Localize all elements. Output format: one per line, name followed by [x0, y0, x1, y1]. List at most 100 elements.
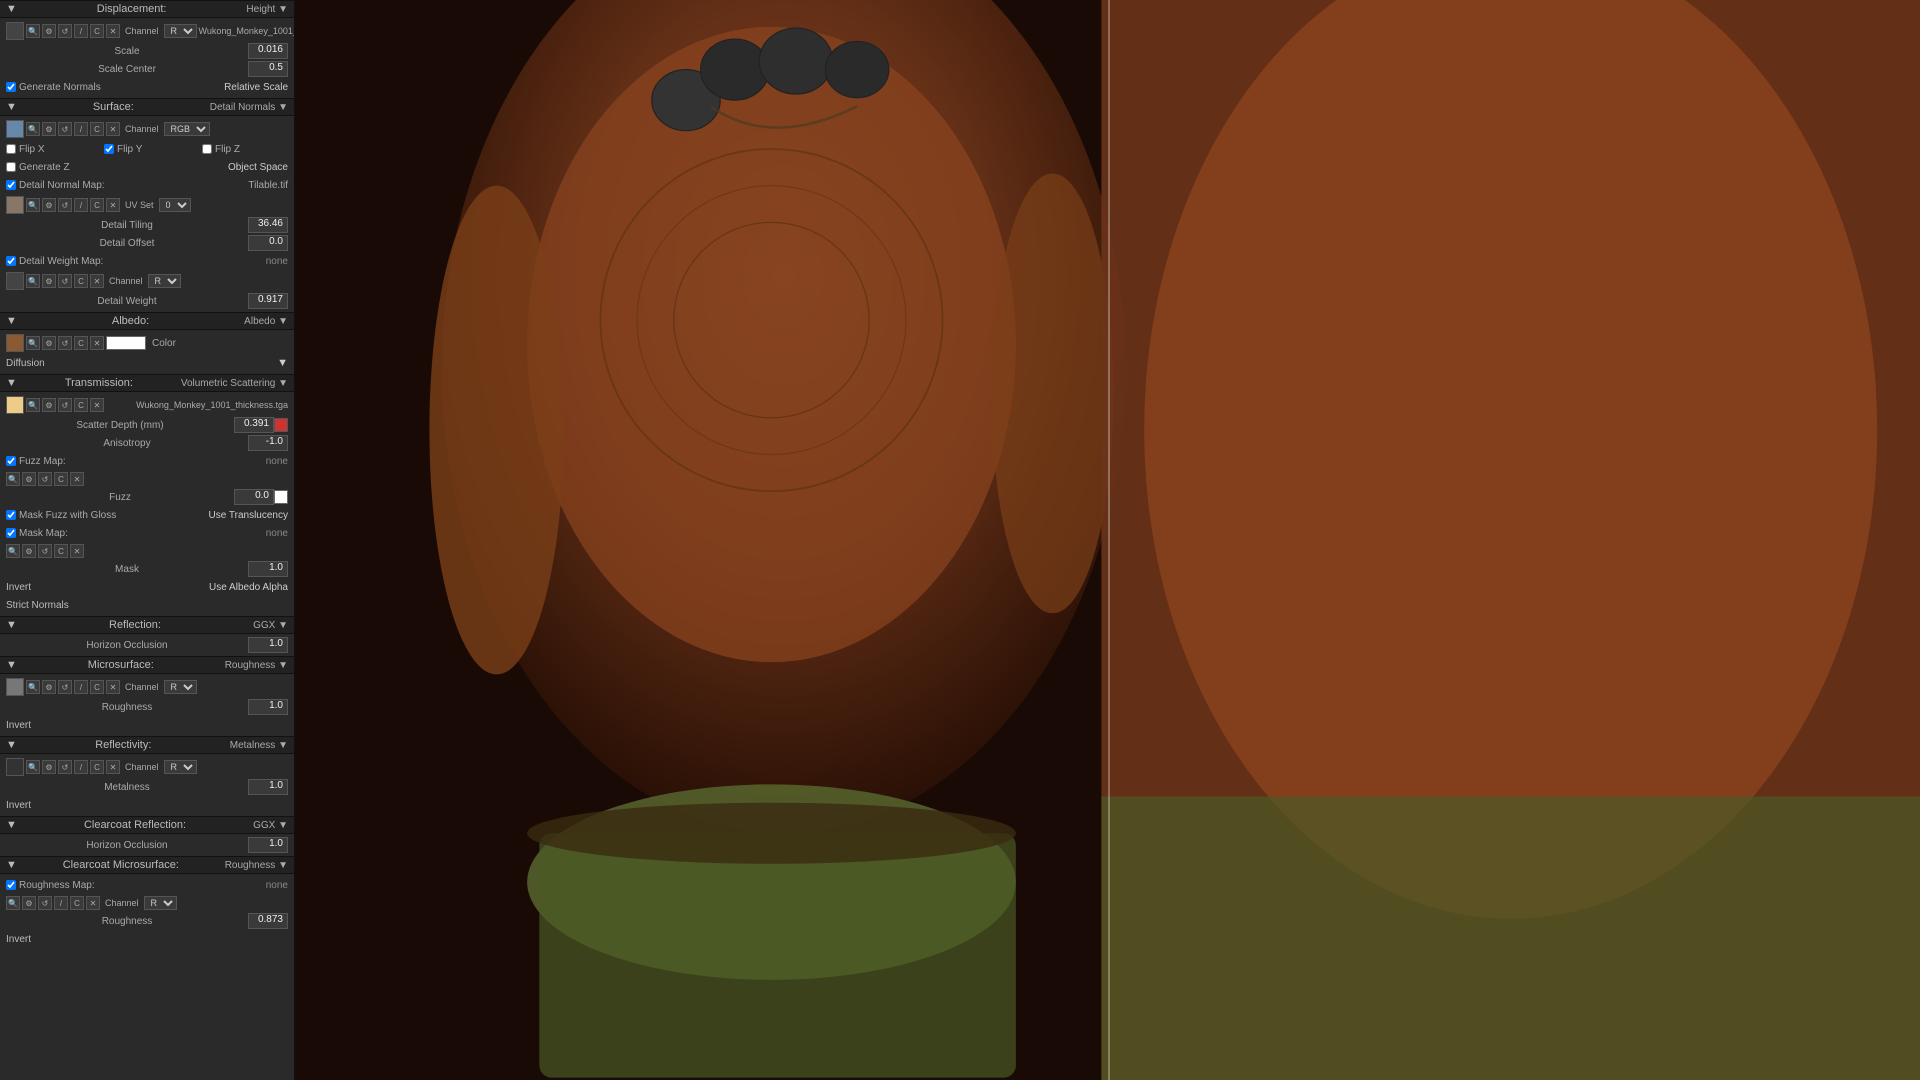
- clearcoat-roughness-map-checkbox[interactable]: [6, 880, 16, 890]
- roughness-value[interactable]: 1.0: [248, 699, 288, 715]
- disp-eye-icon[interactable]: ↺: [58, 24, 72, 38]
- alb-x-icon[interactable]: ✕: [90, 336, 104, 350]
- scat-search-icon[interactable]: 🔍: [26, 398, 40, 412]
- transmission-section-header[interactable]: ▼ Transmission: Volumetric Scattering ▼: [0, 374, 294, 392]
- norm-chain-icon[interactable]: C: [90, 122, 104, 136]
- detnorm-x-icon[interactable]: ✕: [106, 198, 120, 212]
- rough-edit-icon[interactable]: /: [74, 680, 88, 694]
- mask-slider[interactable]: Mask: [6, 561, 248, 577]
- metal-search-icon[interactable]: 🔍: [26, 760, 40, 774]
- detnorm-search-icon[interactable]: 🔍: [26, 198, 40, 212]
- clearcoat-reflection-section-header[interactable]: ▼ Clearcoat Reflection: GGX ▼: [0, 816, 294, 834]
- mask-value[interactable]: 1.0: [248, 561, 288, 577]
- disp-search-icon[interactable]: 🔍: [26, 24, 40, 38]
- detnorm-edit-icon[interactable]: /: [74, 198, 88, 212]
- diffusion-dropdown[interactable]: ▼: [277, 357, 288, 369]
- metal-gear-icon[interactable]: ⚙: [42, 760, 56, 774]
- scale-value[interactable]: 0.016: [248, 43, 288, 59]
- ccrough-gear-icon[interactable]: ⚙: [22, 896, 36, 910]
- detail-weight-map-checkbox[interactable]: [6, 256, 16, 266]
- scale-center-slider[interactable]: Scale Center: [6, 61, 248, 77]
- detnorm-chain-icon[interactable]: C: [90, 198, 104, 212]
- alb-search-icon[interactable]: 🔍: [26, 336, 40, 350]
- horizon-occ-slider[interactable]: Horizon Occlusion: [6, 637, 248, 653]
- detail-normal-checkbox[interactable]: [6, 180, 16, 190]
- gen-z-checkbox[interactable]: [6, 162, 16, 172]
- generate-normals-checkbox[interactable]: [6, 82, 16, 92]
- mask-chain-icon[interactable]: C: [54, 544, 68, 558]
- mask-fuzz-checkbox[interactable]: [6, 510, 16, 520]
- scatter-color-red[interactable]: [274, 418, 288, 432]
- mask-gear-icon[interactable]: ⚙: [22, 544, 36, 558]
- flip-y-checkbox[interactable]: [104, 144, 114, 154]
- reflectivity-section-header[interactable]: ▼ Reflectivity: Metalness ▼: [0, 736, 294, 754]
- fuzz-search-icon[interactable]: 🔍: [6, 472, 20, 486]
- rough-eye-icon[interactable]: ↺: [58, 680, 72, 694]
- scatter-depth-value[interactable]: 0.391: [234, 417, 274, 433]
- anisotropy-slider[interactable]: Anisotropy: [6, 435, 248, 451]
- fuzz-eye-icon[interactable]: ↺: [38, 472, 52, 486]
- scale-slider[interactable]: Scale: [6, 43, 248, 59]
- detail-weight-slider[interactable]: Detail Weight: [6, 293, 248, 309]
- metalness-value[interactable]: 1.0: [248, 779, 288, 795]
- albedo-color-swatch[interactable]: [106, 336, 146, 350]
- rough-chain-icon[interactable]: C: [90, 680, 104, 694]
- ccrough-eye-icon[interactable]: ↺: [38, 896, 52, 910]
- mask-search-icon[interactable]: 🔍: [6, 544, 20, 558]
- disp-chain-icon[interactable]: C: [90, 24, 104, 38]
- rough-gear-icon[interactable]: ⚙: [42, 680, 56, 694]
- detail-tiling-value[interactable]: 36.46: [248, 217, 288, 233]
- panel-scroll[interactable]: ▼ Displacement: Height ▼ 🔍 ⚙ ↺ / C ✕ Cha…: [0, 0, 294, 1080]
- surface-section-header[interactable]: ▼ Surface: Detail Normals ▼: [0, 98, 294, 116]
- microsurface-section-header[interactable]: ▼ Microsurface: Roughness ▼: [0, 656, 294, 674]
- clearcoat-horizon-value[interactable]: 1.0: [248, 837, 288, 853]
- rough-channel-select[interactable]: R: [164, 680, 197, 694]
- norm-x-icon[interactable]: ✕: [106, 122, 120, 136]
- disp-edit-icon[interactable]: /: [74, 24, 88, 38]
- alb-gear-icon[interactable]: ⚙: [42, 336, 56, 350]
- norm-edit-icon[interactable]: /: [74, 122, 88, 136]
- fuzz-map-checkbox[interactable]: [6, 456, 16, 466]
- fuzz-gear-icon[interactable]: ⚙: [22, 472, 36, 486]
- rough-x-icon[interactable]: ✕: [106, 680, 120, 694]
- scat-gear-icon[interactable]: ⚙: [42, 398, 56, 412]
- ccrough-x-icon[interactable]: ✕: [86, 896, 100, 910]
- ccrough-channel-select[interactable]: R: [144, 896, 177, 910]
- clearcoat-microsurface-section-header[interactable]: ▼ Clearcoat Microsurface: Roughness ▼: [0, 856, 294, 874]
- roughness-slider[interactable]: Roughness: [6, 699, 248, 715]
- detw-gear-icon[interactable]: ⚙: [42, 274, 56, 288]
- fuzz-chain-icon[interactable]: C: [54, 472, 68, 486]
- scatter-depth-slider[interactable]: Scatter Depth (mm): [6, 417, 234, 433]
- ccrough-edit-icon[interactable]: /: [54, 896, 68, 910]
- disp-channel-select[interactable]: R: [164, 24, 197, 38]
- detw-channel-select[interactable]: R: [148, 274, 181, 288]
- flip-z-checkbox[interactable]: [202, 144, 212, 154]
- metal-chain-icon[interactable]: C: [90, 760, 104, 774]
- detnorm-uvset-select[interactable]: 0: [159, 198, 191, 212]
- fuzz-value[interactable]: 0.0: [234, 489, 274, 505]
- disp-x-icon[interactable]: ✕: [106, 24, 120, 38]
- detw-eye-icon[interactable]: ↺: [58, 274, 72, 288]
- norm-eye-icon[interactable]: ↺: [58, 122, 72, 136]
- horizon-occ-value[interactable]: 1.0: [248, 637, 288, 653]
- clearcoat-roughness-slider[interactable]: Roughness: [6, 913, 248, 929]
- detnorm-gear-icon[interactable]: ⚙: [42, 198, 56, 212]
- mask-x-icon[interactable]: ✕: [70, 544, 84, 558]
- detail-tiling-slider[interactable]: Detail Tiling: [6, 217, 248, 233]
- detail-offset-slider[interactable]: Detail Offset: [6, 235, 248, 251]
- metal-channel-select[interactable]: R: [164, 760, 197, 774]
- scat-eye-icon[interactable]: ↺: [58, 398, 72, 412]
- norm-channel-select[interactable]: RGB: [164, 122, 210, 136]
- reflection-section-header[interactable]: ▼ Reflection: GGX ▼: [0, 616, 294, 634]
- albedo-section-header[interactable]: ▼ Albedo: Albedo ▼: [0, 312, 294, 330]
- alb-eye-icon[interactable]: ↺: [58, 336, 72, 350]
- disp-gear-icon[interactable]: ⚙: [42, 24, 56, 38]
- detail-weight-value[interactable]: 0.917: [248, 293, 288, 309]
- metal-eye-icon[interactable]: ↺: [58, 760, 72, 774]
- rough-search-icon[interactable]: 🔍: [26, 680, 40, 694]
- fuzz-slider[interactable]: Fuzz: [6, 489, 234, 505]
- detnorm-eye-icon[interactable]: ↺: [58, 198, 72, 212]
- fuzz-color-white[interactable]: [274, 490, 288, 504]
- clearcoat-horizon-slider[interactable]: Horizon Occlusion: [6, 837, 248, 853]
- detw-search-icon[interactable]: 🔍: [26, 274, 40, 288]
